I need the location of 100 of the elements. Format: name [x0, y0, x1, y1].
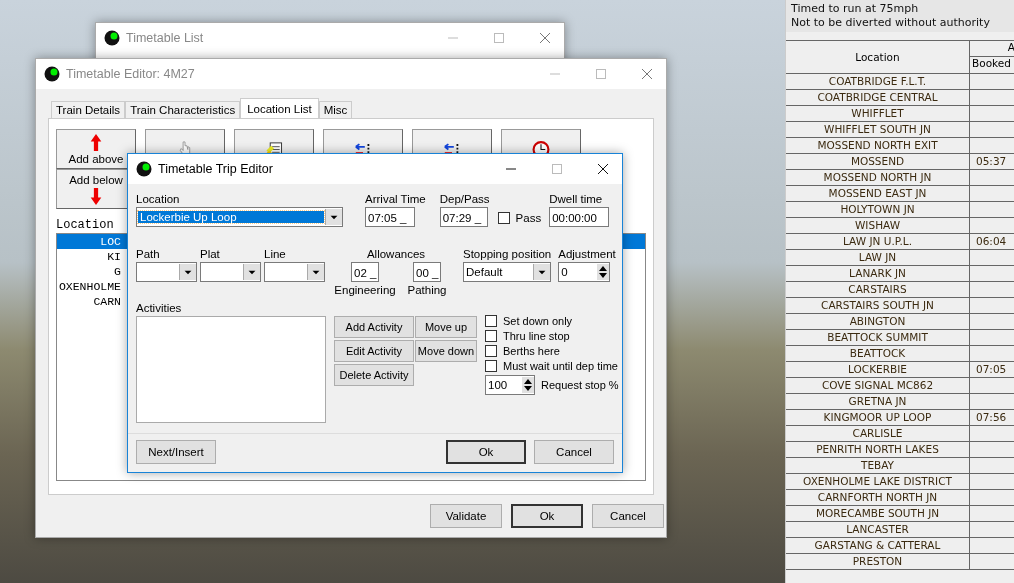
field-label: Dwell time [549, 193, 604, 205]
field-label: Request stop % [541, 379, 619, 391]
table-cell: TEBAY [786, 458, 970, 473]
field-label: Arrival Time [365, 193, 426, 205]
table-cell: BEATTOCK SUMMIT [786, 330, 970, 345]
adjustment-spinner[interactable]: 0 [558, 262, 611, 282]
window-title: Timetable List [126, 31, 204, 45]
checkbox-label: Pass [515, 212, 542, 224]
tab[interactable]: Misc [318, 101, 353, 118]
table-cell: MOSSEND NORTH JN [786, 170, 970, 185]
table-cell: MOSSEND EAST JN [786, 186, 970, 201]
dwell-time-field[interactable]: 00:00:00 [549, 207, 610, 227]
arrival-time-field[interactable]: 07:05 _ [365, 207, 415, 227]
checkbox[interactable] [485, 315, 497, 327]
spinner-arrows-icon [522, 377, 534, 393]
list-item[interactable]: KI [57, 249, 121, 264]
checkbox-label: Must wait until dep time [503, 360, 618, 372]
field-label: Plat [200, 248, 221, 260]
table-cell: BEATTOCK [786, 346, 970, 361]
checkbox[interactable] [485, 360, 497, 372]
list-heading: Location [56, 218, 114, 232]
table-cell: 06:04 [976, 235, 1007, 247]
app-icon [44, 66, 60, 82]
table-cell: WHIFFLET SOUTH JN [786, 122, 970, 137]
engineering-field[interactable]: 02 _ [351, 262, 379, 282]
field-label: Line [264, 248, 287, 260]
checkbox[interactable] [497, 212, 510, 224]
tab[interactable]: Train Characteristics [125, 101, 241, 118]
dropdown[interactable] [136, 262, 197, 282]
checkbox[interactable] [485, 345, 497, 357]
field-label: Adjustment [558, 248, 616, 260]
cancel-button[interactable]: Cancel [534, 440, 614, 464]
table-cell: MORECAMBE SOUTH JN [786, 506, 970, 521]
close-icon[interactable] [598, 164, 608, 174]
table-cell: LAW JN [786, 250, 970, 265]
activity-button[interactable]: Move down [415, 340, 477, 362]
list-item[interactable]: CARN [57, 294, 121, 309]
table-cell: ABINGTON [786, 314, 970, 329]
table-cell: CARLISLE [786, 426, 970, 441]
table-cell: MOSSEND NORTH EXIT [786, 138, 970, 153]
table-cell: CARNFORTH NORTH JN [786, 490, 970, 505]
table-cell: HOLYTOWN JN [786, 202, 970, 217]
activity-button[interactable]: Delete Activity [334, 364, 414, 386]
toolbar-button[interactable]: Add above [56, 129, 136, 169]
table-cell: GRETNA JN [786, 394, 970, 409]
field-label: Location [136, 193, 181, 205]
field-label: Allowances [365, 248, 427, 260]
table-cell: 07:56 [976, 411, 1007, 423]
checkbox[interactable] [485, 330, 497, 342]
field-label: Engineering [334, 284, 396, 296]
table-cell: 07:05 [976, 363, 1007, 375]
table-cell: OXENHOLME LAKE DISTRICT [786, 474, 970, 489]
activity-button[interactable]: Move up [415, 316, 477, 338]
table-cell: KINGMOOR UP LOOP [786, 410, 970, 425]
window-title: Timetable Trip Editor [158, 162, 273, 176]
app-icon [104, 30, 120, 46]
table-cell: WHIFFLET [786, 106, 970, 121]
next-insert-button[interactable]: Next/Insert [136, 440, 216, 464]
spinner-arrows-icon [597, 264, 610, 280]
stopping-position-dropdown[interactable]: Default [463, 262, 551, 282]
table-cell: LANARK JN [786, 266, 970, 281]
tab[interactable]: Train Details [51, 101, 126, 118]
column-header: Location [786, 41, 970, 73]
list-item[interactable]: G [57, 264, 121, 279]
note-text: Timed to run at 75mph [791, 2, 920, 16]
app-icon [136, 161, 152, 177]
dialog-button[interactable]: Validate [430, 504, 502, 528]
tab[interactable]: Location List [240, 98, 319, 118]
table-cell: LOCKERBIE [786, 362, 970, 377]
table-cell: MOSSEND [786, 154, 970, 169]
activities-list[interactable] [136, 316, 326, 423]
pathing-field[interactable]: 00 _ [413, 262, 441, 282]
table-cell: COVE SIGNAL MC862 [786, 378, 970, 393]
field-label: Pathing [407, 284, 447, 296]
list-item[interactable]: OXENHOLME [57, 279, 121, 294]
table-cell: LAW JN U.P.L. [786, 234, 970, 249]
request-stop-spinner[interactable]: 100 [485, 375, 535, 395]
table-cell: COATBRIDGE CENTRAL [786, 90, 970, 105]
location-dropdown[interactable]: Lockerbie Up Loop [136, 207, 343, 227]
checkbox-label: Set down only [503, 315, 573, 327]
column-header: Booked [971, 57, 1012, 69]
dialog-button[interactable]: Ok [511, 504, 583, 528]
activity-button[interactable]: Edit Activity [334, 340, 414, 362]
table-cell: PENRITH NORTH LAKES [786, 442, 970, 457]
dropdown[interactable] [200, 262, 261, 282]
table-cell: WISHAW [786, 218, 970, 233]
ok-button[interactable]: Ok [446, 440, 526, 464]
activity-button[interactable]: Add Activity [334, 316, 414, 338]
table-cell: CARSTAIRS [786, 282, 970, 297]
dialog-button[interactable]: Cancel [592, 504, 664, 528]
checkbox-label: Berths here [503, 345, 560, 357]
window-title: Timetable Editor: 4M27 [66, 67, 195, 81]
table-cell: COATBRIDGE F.L.T. [786, 74, 970, 89]
dropdown[interactable] [264, 262, 325, 282]
checkbox-label: Thru line stop [503, 330, 570, 342]
departure-time-field[interactable]: 07:29 _ [439, 207, 488, 227]
field-label: Dep/Pass [439, 193, 490, 205]
field-label: Stopping position [463, 248, 552, 260]
table-cell: GARSTANG & CATTERAL [786, 538, 970, 553]
table-cell: CARSTAIRS SOUTH JN [786, 298, 970, 313]
